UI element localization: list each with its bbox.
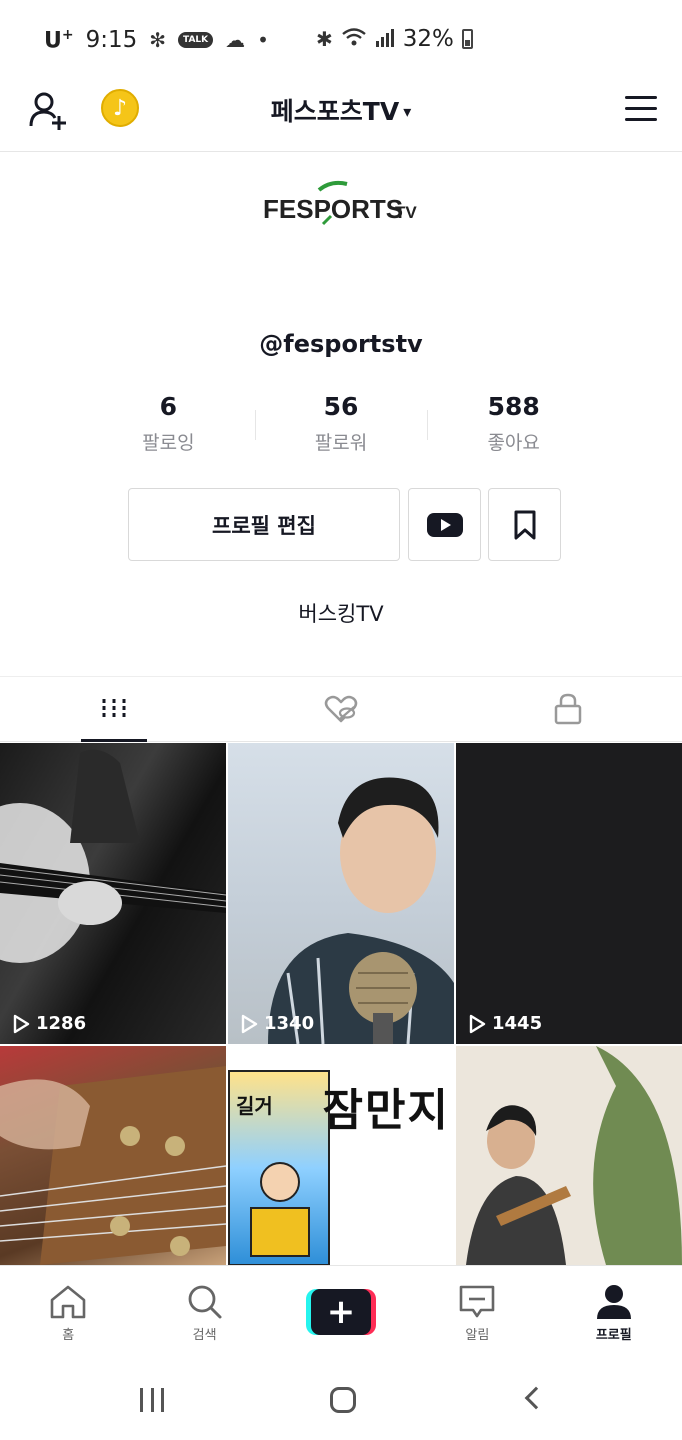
tab-liked[interactable] — [227, 677, 454, 741]
bluetooth-icon: ✱ — [316, 27, 333, 51]
more-notifications-icon: • — [257, 27, 269, 52]
play-icon — [13, 1014, 30, 1033]
tab-private[interactable] — [455, 677, 682, 741]
signal-icon — [375, 27, 395, 52]
liked-hidden-icon — [324, 695, 358, 723]
edit-profile-button[interactable]: 프로필 편집 — [128, 488, 400, 561]
video-thumbnail[interactable]: 1340 — [228, 743, 454, 1044]
grid-icon — [102, 699, 126, 719]
cartoon-illustration: 길거 — [228, 1070, 330, 1265]
kakaotalk-icon: TALK — [178, 31, 214, 48]
view-count: 1286 — [12, 1013, 86, 1034]
bookmarks-button[interactable] — [488, 488, 561, 561]
status-time: 9:15 — [85, 26, 138, 53]
video-thumbnail[interactable]: 길거 잠만지 — [228, 1046, 454, 1265]
likes-stat[interactable]: 588 좋아요 — [427, 392, 600, 458]
home-button[interactable] — [330, 1387, 356, 1413]
nav-profile-label: 프로필 — [595, 1328, 632, 1343]
profile-header: ♪ 페스포츠TV ▾ — [0, 80, 682, 152]
play-icon — [469, 1014, 486, 1033]
singer-photo-thumbnail — [268, 777, 454, 1044]
nav-home-label: 홈 — [62, 1328, 75, 1343]
recent-apps-button[interactable] — [140, 1388, 164, 1412]
likes-label: 좋아요 — [487, 432, 540, 454]
bookmark-icon — [514, 510, 535, 539]
create-icon: + — [305, 1289, 376, 1335]
view-count: 1340 — [240, 1013, 314, 1034]
guitar-photo-thumbnail — [0, 749, 226, 963]
followers-label: 팔로워 — [314, 432, 368, 454]
followers-count: 56 — [323, 392, 359, 421]
performer-photo-thumbnail — [456, 1046, 682, 1265]
battery-icon — [461, 29, 473, 49]
account-switcher[interactable]: 페스포츠TV ▾ — [0, 92, 682, 128]
wifi-icon — [341, 27, 367, 52]
nav-home[interactable]: 홈 — [0, 1266, 136, 1353]
cloud-icon: ☁ — [225, 27, 246, 52]
username: @fesportstv — [259, 330, 423, 358]
profile-bio: 버스킹TV — [298, 602, 384, 626]
nav-create[interactable]: + — [273, 1266, 409, 1353]
status-bar: U+ 9:15 ✻ TALK ☁ • ✱ 32% — [0, 0, 682, 80]
inbox-icon — [460, 1285, 495, 1318]
recent-apps-icon — [140, 1388, 143, 1412]
view-count: 1445 — [468, 1013, 542, 1034]
video-thumbnail[interactable] — [0, 1046, 226, 1265]
youtube-button[interactable] — [408, 488, 481, 561]
chevron-down-icon: ▾ — [403, 102, 412, 121]
nav-inbox[interactable]: 알림 — [409, 1266, 545, 1353]
nav-search[interactable]: 검색 — [136, 1266, 272, 1353]
page-title: 페스포츠TV — [270, 97, 400, 126]
app-notification-icon: ✻ — [149, 27, 167, 52]
nav-search-label: 검색 — [192, 1328, 217, 1343]
profile-avatar[interactable]: FESPORTS TV — [241, 176, 441, 236]
youtube-icon — [426, 512, 463, 537]
following-count: 6 — [159, 392, 178, 421]
guitar-headstock-thumbnail — [0, 1066, 226, 1265]
battery-percent: 32% — [402, 26, 454, 52]
thumbnail-caption: 잠만지 — [322, 1085, 450, 1136]
bottom-navigation: 홈 검색 + 알림 프로필 — [0, 1265, 682, 1353]
tab-videos[interactable] — [0, 677, 227, 742]
following-label: 팔로잉 — [142, 432, 195, 454]
hamburger-menu-icon — [625, 96, 657, 99]
likes-count: 588 — [487, 392, 540, 421]
video-grid: 1286 1340 1445 길거 잠만지 — [0, 743, 682, 1265]
back-button[interactable] — [524, 1386, 548, 1410]
nav-inbox-label: 알림 — [465, 1328, 490, 1343]
search-icon — [188, 1285, 222, 1319]
fesports-logo: FESPORTS TV — [263, 180, 417, 226]
home-icon — [50, 1285, 86, 1319]
svg-text:TV: TV — [395, 203, 417, 222]
nav-profile[interactable]: 프로필 — [546, 1266, 682, 1353]
menu-button[interactable] — [625, 96, 657, 122]
system-navigation-bar — [0, 1353, 682, 1440]
video-thumbnail[interactable]: 1286 — [0, 743, 226, 1044]
svg-text:FESPORTS: FESPORTS — [263, 194, 403, 224]
following-stat[interactable]: 6 팔로잉 — [82, 392, 255, 458]
followers-stat[interactable]: 56 팔로워 — [254, 392, 428, 458]
lock-icon — [555, 693, 582, 725]
profile-icon — [596, 1285, 631, 1319]
profile-stats: 6 팔로잉 56 팔로워 588 좋아요 — [82, 392, 600, 458]
carrier-label: U+ — [44, 26, 74, 54]
content-tabs — [0, 676, 682, 742]
play-icon — [241, 1014, 258, 1033]
video-thumbnail[interactable] — [456, 1046, 682, 1265]
video-thumbnail[interactable]: 1445 — [456, 743, 682, 1044]
